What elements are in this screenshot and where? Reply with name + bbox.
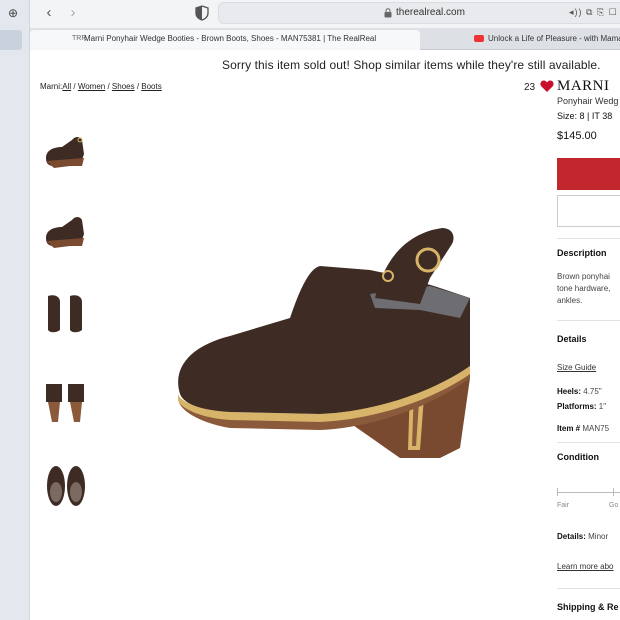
details-title[interactable]: Details — [557, 334, 587, 344]
breadcrumb-shoes[interactable]: Shoes — [112, 82, 135, 91]
product-name: Ponyhair Wedg — [557, 96, 619, 106]
condition-tick — [557, 488, 558, 496]
breadcrumb-boots[interactable]: Boots — [141, 82, 161, 91]
divider — [557, 320, 620, 321]
product-brand[interactable]: MARNI — [557, 78, 610, 95]
breadcrumb-brand: Marni — [40, 82, 61, 91]
address-bar-tools[interactable]: ◂)) ⧉ ⎘ ☐ — [569, 7, 618, 18]
platforms-label: Platforms: — [557, 402, 597, 411]
sold-out-banner: Sorry this item sold out! Shop similar i… — [222, 58, 601, 72]
platforms-row: Platforms: 1" — [557, 402, 606, 411]
thumbnail-side-view-2[interactable] — [40, 208, 92, 252]
platforms-value: 1" — [598, 402, 607, 411]
breadcrumb-all[interactable]: All — [62, 82, 71, 91]
primary-action-button[interactable] — [557, 158, 620, 190]
divider — [557, 442, 620, 443]
secondary-action-button[interactable] — [557, 195, 620, 227]
forward-icon[interactable]: › — [64, 4, 82, 22]
page-content: Sorry this item sold out! Shop similar i… — [30, 50, 620, 620]
breadcrumb: Marni:All / Women / Shoes / Boots — [40, 82, 162, 91]
learn-more-link[interactable]: Learn more abo — [557, 562, 613, 571]
condition-details-label: Details: — [557, 532, 586, 541]
tab-therealreal[interactable]: TRRMarni Ponyhair Wedge Booties - Brown … — [30, 30, 420, 50]
item-number-label: Item # — [557, 424, 581, 433]
product-size: Size: 8 | IT 38 — [557, 111, 613, 121]
back-icon[interactable]: ‹ — [40, 4, 58, 22]
new-tab-icon[interactable]: ⊕ — [6, 6, 20, 20]
item-number-value: MAN75 — [582, 424, 610, 433]
lock-icon — [384, 8, 392, 18]
description-line: tone hardware, — [557, 284, 611, 293]
youtube-favicon-icon — [474, 35, 484, 43]
url-text: therealreal.com — [396, 7, 465, 18]
description-line: Brown ponyhai — [557, 272, 610, 281]
condition-label-good: Go — [609, 502, 619, 509]
privacy-shield-icon[interactable] — [195, 5, 209, 21]
size-guide-link[interactable]: Size Guide — [557, 363, 596, 372]
heels-row: Heels: 4.75" — [557, 387, 602, 396]
sidebar-selected-item[interactable] — [0, 30, 22, 50]
divider — [557, 238, 620, 239]
main-product-image[interactable] — [170, 218, 480, 458]
screen: ⊕ ‹ › therealreal.com ◂)) ⧉ ⎘ ☐ TRRMarni… — [0, 0, 620, 620]
description-line: ankles. — [557, 296, 583, 305]
favorites-count: 23 — [524, 82, 536, 93]
tab-label: Marni Ponyhair Wedge Booties - Brown Boo… — [84, 34, 377, 44]
heels-value: 4.75" — [583, 387, 602, 396]
tab-bar: TRRMarni Ponyhair Wedge Booties - Brown … — [30, 28, 620, 50]
address-bar[interactable]: therealreal.com ◂)) ⧉ ⎘ ☐ — [218, 2, 620, 24]
breadcrumb-women[interactable]: Women — [78, 82, 105, 91]
thumbnail-sole-view[interactable] — [40, 464, 92, 508]
condition-details-value: Minor — [588, 532, 609, 541]
condition-label-fair: Fair — [557, 502, 570, 509]
tab-youtube[interactable]: Unlock a Life of Pleasure - with Mama — [422, 30, 620, 50]
description-text: Brown ponyhai tone hardware, ankles. — [557, 271, 610, 307]
thumbnail-side-view[interactable] — [40, 128, 92, 172]
divider — [557, 588, 620, 589]
item-number-row: Item # MAN75 — [557, 424, 609, 433]
browser-sidebar: ⊕ — [0, 0, 30, 620]
tab-label: Unlock a Life of Pleasure - with Mama — [488, 34, 620, 43]
thumbnail-front-view[interactable] — [40, 290, 92, 334]
shipping-title[interactable]: Shipping & Re — [557, 602, 619, 612]
condition-title[interactable]: Condition — [557, 452, 599, 462]
condition-tick — [613, 488, 614, 496]
heels-label: Heels: — [557, 387, 582, 396]
favorite-heart-icon[interactable] — [540, 79, 554, 93]
thumbnail-back-view[interactable] — [40, 380, 92, 424]
description-title[interactable]: Description — [557, 248, 607, 258]
condition-scale — [557, 492, 620, 493]
product-price: $145.00 — [557, 130, 597, 142]
therealreal-favicon-icon: TRR — [72, 35, 87, 42]
browser-toolbar: ‹ › therealreal.com ◂)) ⧉ ⎘ ☐ — [30, 0, 620, 28]
condition-details-row: Details: Minor — [557, 532, 608, 541]
